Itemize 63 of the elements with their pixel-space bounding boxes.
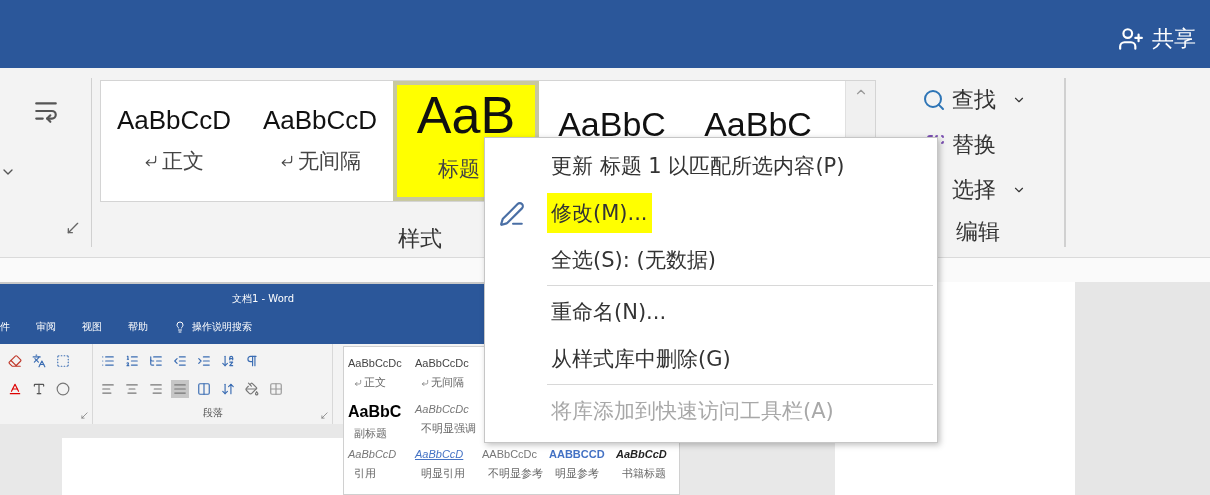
lightbulb-icon [174,321,186,333]
dialog-launcher-icon[interactable] [65,220,81,236]
style-name: 正文 [144,147,204,175]
search-icon [922,87,946,112]
style-name: 副标题 [353,426,387,442]
dialog-launcher-icon[interactable] [80,411,89,420]
style-name: 正文 [348,375,386,391]
return-mark-icon [279,154,294,168]
borders-icon[interactable] [267,380,285,398]
dialog-launcher-icon[interactable] [320,411,329,420]
style-name: 不明显强调 [420,420,476,436]
style-name: 标题 [438,156,480,183]
columns-icon[interactable] [195,380,213,398]
ribbon-tab[interactable]: 件 [0,320,10,334]
style-sample: AaBbCcD [116,107,232,133]
return-mark-icon [144,154,158,168]
share-button[interactable]: 共享 [1118,24,1196,54]
shading-icon[interactable] [243,380,261,398]
style-sample[interactable]: AaBbCcDc [415,357,469,370]
style-sample[interactable]: AaBbC [348,402,402,421]
ribbon-tab[interactable]: 视图 [82,320,102,334]
style-name: 明显引用 [420,466,465,482]
window-title: 文档1 - Word [232,292,295,306]
group-label: 样式 [398,225,442,253]
phonetic-guide-icon[interactable] [30,352,48,370]
return-mark-icon [421,378,429,387]
style-name: 明显参考 [554,466,599,482]
style-name: 无间隔 [415,375,464,391]
style-item[interactable]: AaBbCcD 正文 [101,81,247,201]
style-sample[interactable]: AaBbCcD [616,448,667,461]
style-sample[interactable]: AABbCcDc [482,448,538,461]
editing-button[interactable]: 选择 [922,172,1064,207]
menu-item[interactable]: 全选(S): (无数据) [547,239,720,280]
justify-icon[interactable] [171,380,189,398]
ribbon-tab[interactable]: 审阅 [36,320,56,334]
clear-format-icon[interactable] [6,352,24,370]
editing-button[interactable]: 查找 [922,82,1064,117]
style-sample: AaBbCcD [262,107,378,133]
menu-item[interactable]: 更新 标题 1 以匹配所选内容(P) [547,145,849,186]
style-name: 不明显参考 [487,466,543,482]
style-sample[interactable]: AABBCCD [549,448,605,461]
style-item[interactable]: AaBbCcD 无间隔 [247,81,393,201]
menu-item[interactable]: 修改(M)... [547,192,652,233]
return-mark-icon [354,378,362,387]
group-label: 编辑 [955,218,1001,246]
style-name: 无间隔 [279,147,361,175]
menu-item: 将库添加到快速访问工具栏(A) [550,397,835,425]
user-add-icon [1118,26,1144,52]
style-sample[interactable]: AaBbCcD [348,448,397,461]
style-name: 书籍标题 [621,466,666,482]
ribbon-tab[interactable]: 帮助 [128,320,148,334]
pen-icon [499,201,525,227]
style-sample[interactable]: AaBbCcD [415,448,464,461]
enclosed-character-icon[interactable] [54,380,72,398]
style-sample: AaB [416,89,516,141]
style-sample[interactable]: AaBbCcDc [415,402,469,415]
group-label: 段落 [202,406,223,420]
style-sample[interactable]: AaBbCcDc [348,357,402,370]
style-name: 引用 [353,466,376,482]
menu-item[interactable]: 从样式库中删除(G) [547,338,735,379]
tell-me-search[interactable]: 操作说明搜索 [174,320,252,334]
character-border-icon[interactable] [54,352,72,370]
menu-item[interactable]: 重命名(N)... [547,291,671,332]
